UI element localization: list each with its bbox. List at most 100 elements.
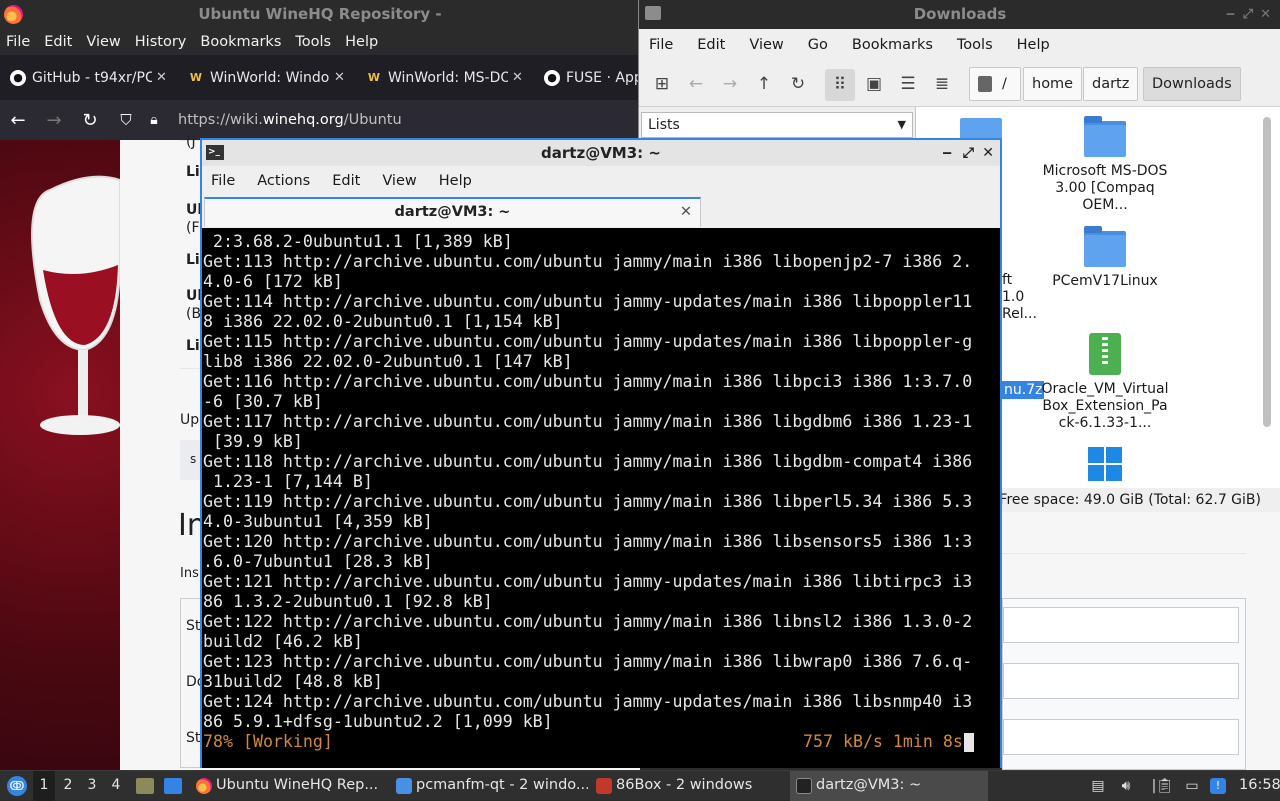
back-icon[interactable]: ← [0,110,36,131]
firefox-titlebar[interactable]: Ubuntu WineHQ Repository - [0,0,640,29]
file-manager-menubar: File Edit View Go Bookmarks Tools Help [639,29,1280,61]
browser-tab[interactable]: ● FUSE · App [534,55,640,100]
workspace-2[interactable]: 2 [57,771,79,801]
wiki-text-fragment: Up [180,412,200,428]
url-bar[interactable]: https://wiki.winehq.org/Ubuntu [178,112,402,128]
update-notifier-icon[interactable]: ! [1210,778,1226,794]
back-icon[interactable]: ← [685,73,707,95]
volume-icon[interactable]: 🔊︎ [1118,778,1134,794]
thumbnail-view-icon[interactable]: ▣ [863,73,885,95]
reload-icon[interactable]: ↻ [787,73,809,95]
maximize-icon[interactable]: ⤢ [1243,0,1253,29]
file-label-selected[interactable]: nu.7z [1002,381,1045,399]
network-icon[interactable]: ▭ [1184,778,1200,794]
menu-history[interactable]: History [135,34,187,50]
menu-bookmarks[interactable]: Bookmarks [200,34,281,50]
close-icon[interactable]: ✕ [1260,0,1271,29]
menu-help[interactable]: Help [345,34,378,50]
terminal-tab[interactable]: dartz@VM3: ~ ✕ [204,197,701,227]
lock-icon[interactable]: 🔒︎ [144,112,164,128]
close-tab-icon[interactable]: ✕ [334,70,345,85]
file-item[interactable]: Microsoft MS-DOS 3.00 [Compaq OEM... [1040,116,1170,214]
menu-go[interactable]: Go [808,37,828,53]
task-86box[interactable]: 86Box - 2 windows [590,771,788,801]
menu-help[interactable]: Help [439,173,472,189]
workspace-4[interactable]: 4 [105,771,127,801]
clipboard-icon[interactable]: 📋︎ [1156,778,1174,794]
firefox-logo-icon [4,5,23,24]
menu-actions[interactable]: Actions [257,173,310,189]
menu-edit[interactable]: Edit [44,34,72,50]
workspace-1[interactable]: 1 [33,771,55,801]
close-tab-icon[interactable]: ✕ [680,199,692,226]
tab-label: WinWorld: Windov [210,69,330,86]
workspace-3[interactable]: 3 [81,771,103,801]
browser-tab[interactable]: W WinWorld: Windov ✕ [178,55,356,100]
menu-view[interactable]: View [86,34,120,50]
browser-tab[interactable]: W WinWorld: MS-DO ✕ [356,55,534,100]
menu-edit[interactable]: Edit [697,37,725,53]
steps-table-right [1002,598,1246,770]
minimize-icon[interactable]: ‒ [1226,0,1235,29]
reload-icon[interactable]: ↻ [72,110,108,131]
terminal-line: 86 1.3.2-2ubuntu0.1 [92.8 kB] [203,592,493,611]
forward-icon[interactable]: → [719,73,741,95]
maximize-icon[interactable]: ⤢ [963,140,974,166]
terminal-screen[interactable]: 2:3.68.2-0ubuntu1.1 [1,389 kB] Get:113 ht… [202,228,1000,768]
shield-icon[interactable]: ⛉ [108,111,144,129]
window-switch-icon[interactable] [164,778,182,794]
file-item[interactable] [1040,447,1170,481]
apt-progress-line: 78% [Working] 757 kB/s 1min 8s [203,732,983,752]
path-home-button[interactable]: home [1023,67,1083,101]
firefox-tabstrip: ● GitHub - t94xr/PC ✕ W WinWorld: Windov… [0,55,640,100]
menu-edit[interactable]: Edit [332,173,360,189]
menu-file[interactable]: File [211,173,235,189]
archive-icon [1089,333,1121,375]
forward-icon[interactable]: → [36,110,72,131]
task-pcmanfm[interactable]: pcmanfm-qt - 2 windo... [390,771,588,801]
sidepane-mode-select[interactable]: Lists ▼ [641,112,913,138]
file-manager-titlebar[interactable]: Downloads ‒ ⤢ ✕ [639,0,1280,29]
file-item[interactable]: PCemV17Linux [1040,226,1170,290]
up-icon[interactable]: ↑ [753,73,775,95]
folder-icon [396,778,412,794]
path-dartz-button[interactable]: dartz [1083,67,1139,101]
close-tab-icon[interactable]: ✕ [156,70,167,85]
text-cursor [964,733,974,752]
tab-label: FUSE · App [566,69,640,86]
menu-bookmarks[interactable]: Bookmarks [852,37,933,53]
menu-file[interactable]: File [6,34,30,50]
file-label-partial[interactable]: ft 1.0 Rel... [1002,272,1037,323]
browser-tab[interactable]: ● GitHub - t94xr/PC ✕ [0,55,178,100]
task-terminal[interactable]: dartz@VM3: ~ [790,771,988,801]
terminal-line: Get:120 http://archive.ubuntu.com/ubuntu… [203,532,973,551]
menu-view[interactable]: View [749,37,783,53]
path-downloads-button[interactable]: Downloads [1143,67,1241,101]
show-desktop-icon[interactable] [136,778,154,794]
clock[interactable]: 16:58 [1239,771,1280,801]
compact-view-icon[interactable]: ☰ [897,73,919,95]
task-firefox[interactable]: Ubuntu WineHQ Rep... [190,771,388,801]
menu-tools[interactable]: Tools [295,34,331,50]
winworld-icon: W [189,71,203,84]
minimize-icon[interactable]: ‒ [942,140,952,166]
menu-view[interactable]: View [382,173,416,189]
menu-file[interactable]: File [649,37,673,53]
new-tab-icon[interactable]: ⊞ [651,73,673,95]
file-item[interactable]: Oracle_VM_VirtualBox_Extension_Pack-6.1.… [1040,333,1170,432]
icon-view-icon[interactable]: ⠿ [825,69,855,101]
menu-help[interactable]: Help [1017,37,1050,53]
detailed-view-icon[interactable]: ≣ [931,73,953,95]
scrollbar[interactable] [1263,117,1271,427]
terminal-line: Get:116 http://archive.ubuntu.com/ubuntu… [203,372,973,391]
close-tab-icon[interactable]: ✕ [512,70,523,85]
close-icon[interactable]: ✕ [982,140,994,166]
menu-tools[interactable]: Tools [957,37,993,53]
trash-icon[interactable]: ▤ [1090,778,1106,794]
path-root-button[interactable]: / [969,67,1021,101]
firefox-icon [196,778,212,794]
folder-icon [645,6,661,20]
start-menu-button[interactable]: ↂ [4,771,30,801]
terminal-menubar: File Actions Edit View Help [202,166,1000,196]
terminal-titlebar[interactable]: >_ dartz@VM3: ~ ‒ ⤢ ✕ [202,140,1000,166]
